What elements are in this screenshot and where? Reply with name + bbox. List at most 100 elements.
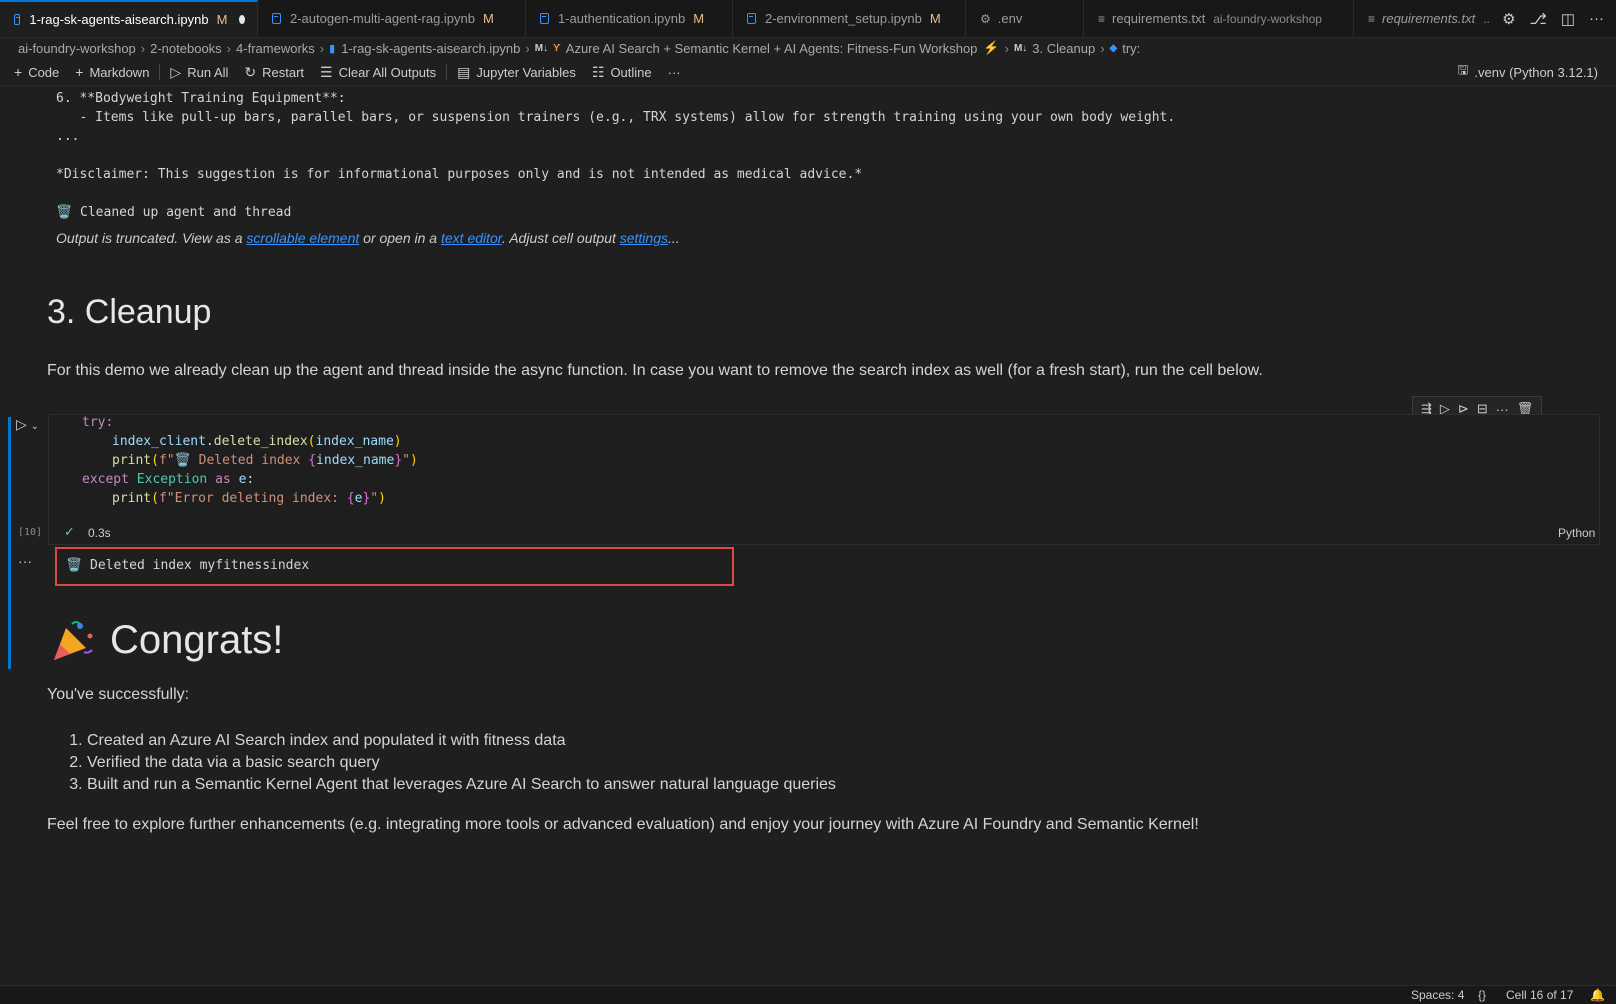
tab-autogen[interactable]: 2-autogen-multi-agent-rag.ipynb M xyxy=(258,0,526,37)
file-lines-icon: ≡ xyxy=(1368,11,1376,26)
clear-all-icon: ☰ xyxy=(320,63,333,80)
tab-label: 2-environment_setup.ipynb xyxy=(765,11,922,26)
notebook-editor: 6. **Bodyweight Training Equipment**: - … xyxy=(0,86,1616,985)
toolbar-more-button[interactable]: ··· xyxy=(660,60,689,84)
clear-outputs-button[interactable]: ☰ Clear All Outputs xyxy=(312,60,444,84)
more-actions-icon[interactable]: ··· xyxy=(1589,10,1604,27)
output-line: - Items like pull-up bars, parallel bars… xyxy=(56,110,1176,125)
sparkle-emoji-icon: ⚡ xyxy=(983,40,1000,55)
tab-label: requirements.txt xyxy=(1382,11,1476,26)
modified-indicator: M xyxy=(929,11,941,26)
execution-time: 0.3s xyxy=(88,526,111,540)
code-line: print(f"Error deleting index: {e}") xyxy=(112,491,386,506)
kernel-picker[interactable]: 🖫 .venv (Python 3.12.1) xyxy=(1457,59,1598,85)
tab-requirements-1[interactable]: ≡ requirements.txt ai-foundry-workshop xyxy=(1084,0,1354,37)
add-markdown-label: Markdown xyxy=(89,64,150,80)
play-icon: ▷ xyxy=(170,63,182,80)
output-line: 6. **Bodyweight Training Equipment**: xyxy=(56,91,346,106)
cell-output: 🗑️ Deleted index myfitnessindex xyxy=(66,558,310,573)
notebook-icon: ▮ xyxy=(329,42,336,55)
breadcrumb-item[interactable]: 3. Cleanup xyxy=(1032,41,1095,56)
python-icon: ◆ xyxy=(1109,42,1118,54)
code-token: print xyxy=(112,453,152,468)
outline-button[interactable]: ☷ Outline xyxy=(584,60,660,84)
text-editor-link[interactable]: text editor xyxy=(441,230,502,246)
status-bar: Spaces: 4 {} Cell 16 of 17 🔔 xyxy=(0,985,1616,1004)
split-editor-icon[interactable]: ◫ xyxy=(1561,10,1575,28)
toolbar-divider xyxy=(446,64,448,80)
tab-label: 1-rag-sk-agents-aisearch.ipynb xyxy=(29,12,209,27)
chevron-right-icon: › xyxy=(226,40,232,56)
language-braces-icon[interactable]: {} xyxy=(1478,988,1486,1002)
code-line: except Exception as e: xyxy=(82,472,255,487)
settings-link[interactable]: settings xyxy=(620,230,668,246)
tab-rag-sk-agents[interactable]: 1-rag-sk-agents-aisearch.ipynb M xyxy=(0,0,258,37)
add-markdown-button[interactable]: + Markdown xyxy=(67,60,157,84)
cell-position-status[interactable]: Cell 16 of 17 xyxy=(1506,988,1573,1002)
run-all-button[interactable]: ▷ Run All xyxy=(162,60,236,84)
achievements-list: Created an Azure AI Search index and pop… xyxy=(47,730,836,796)
tab-description: ai-foundry-workshop xyxy=(1213,11,1322,26)
code-token: . xyxy=(205,434,214,449)
success-check-icon: ✓ xyxy=(64,524,75,539)
truncated-text: . Adjust cell output xyxy=(501,230,620,246)
modified-indicator: M xyxy=(216,12,228,27)
breadcrumb-item[interactable]: ai-foundry-workshop xyxy=(18,41,136,56)
source-control-icon[interactable]: ⎇ xyxy=(1530,10,1547,28)
ellipsis-icon: ··· xyxy=(667,64,681,80)
tab-environment-setup[interactable]: 2-environment_setup.ipynb M xyxy=(733,0,966,37)
cell-language-button[interactable]: Python xyxy=(1558,526,1595,540)
chevron-right-icon: › xyxy=(525,40,530,56)
output-disclaimer: *Disclaimer: This suggestion is for info… xyxy=(56,167,863,182)
list-item: Verified the data via a basic search que… xyxy=(87,752,836,774)
chevron-right-icon: › xyxy=(1100,40,1105,56)
unsaved-dot-icon[interactable] xyxy=(239,15,245,24)
code-token: index_name xyxy=(316,453,395,468)
breadcrumb-item[interactable]: 2-notebooks xyxy=(150,41,222,56)
chevron-right-icon: › xyxy=(1004,40,1009,56)
indentation-status[interactable]: Spaces: 4 xyxy=(1411,988,1464,1002)
jupyter-variables-button[interactable]: ▤ Jupyter Variables xyxy=(449,60,584,84)
gear-icon: ⚙ xyxy=(980,11,991,26)
list-item: Built and run a Semantic Kernel Agent th… xyxy=(87,774,836,796)
plus-icon: + xyxy=(14,64,23,80)
bell-icon[interactable]: 🔔 xyxy=(1590,988,1605,1002)
cleanup-heading: 3. Cleanup xyxy=(47,293,212,331)
truncated-text: ... xyxy=(667,230,680,246)
run-cell-button[interactable]: ▷ ⌄ xyxy=(16,416,39,433)
file-lines-icon: ≡ xyxy=(1098,11,1106,26)
truncated-text: or open in a xyxy=(359,230,441,246)
variables-label: Jupyter Variables xyxy=(476,64,576,80)
code-token: f"Error deleting index: xyxy=(158,491,347,506)
breadcrumb-item[interactable]: 1-rag-sk-agents-aisearch.ipynb xyxy=(341,41,520,56)
tab-label: .env xyxy=(997,11,1023,26)
congrats-intro: You've successfully: xyxy=(47,686,190,703)
tab-authentication[interactable]: 1-authentication.ipynb M xyxy=(526,0,733,37)
plus-icon: + xyxy=(75,64,84,80)
list-icon: ☷ xyxy=(591,63,605,80)
output-more-button[interactable]: ··· xyxy=(18,553,32,569)
cleanup-paragraph: For this demo we already clean up the ag… xyxy=(47,362,1263,379)
breadcrumb-item[interactable]: Azure AI Search + Semantic Kernel + AI A… xyxy=(566,41,978,56)
code-token: try: xyxy=(82,415,114,430)
restart-button[interactable]: ↻ Restart xyxy=(236,60,312,84)
variables-icon: ▤ xyxy=(457,63,471,80)
chevron-down-icon[interactable]: ⌄ xyxy=(31,421,39,432)
code-token: index_client xyxy=(112,434,206,449)
tab-env[interactable]: ⚙ .env xyxy=(966,0,1084,37)
output-cleaned: 🗑️ Cleaned up agent and thread xyxy=(56,205,292,220)
clear-outputs-label: Clear All Outputs xyxy=(338,64,437,80)
code-token: delete_index xyxy=(213,434,308,449)
scrollable-element-link[interactable]: scrollable element xyxy=(246,230,359,246)
truncated-text: Output is truncated. View as a xyxy=(56,230,247,246)
breadcrumb-item[interactable]: try: xyxy=(1122,41,1140,56)
settings-gear-icon[interactable]: ⚙ xyxy=(1502,10,1515,28)
execution-count: [10] xyxy=(18,527,43,538)
notebook-icon xyxy=(272,13,281,24)
add-code-button[interactable]: + Code xyxy=(0,60,67,84)
code-token: index_name xyxy=(315,434,394,449)
code-token: Exception xyxy=(136,472,208,487)
toolbar-divider xyxy=(159,64,161,80)
code-token: f"🗑️ Deleted index xyxy=(158,453,309,468)
breadcrumb-item[interactable]: 4-frameworks xyxy=(236,41,315,56)
